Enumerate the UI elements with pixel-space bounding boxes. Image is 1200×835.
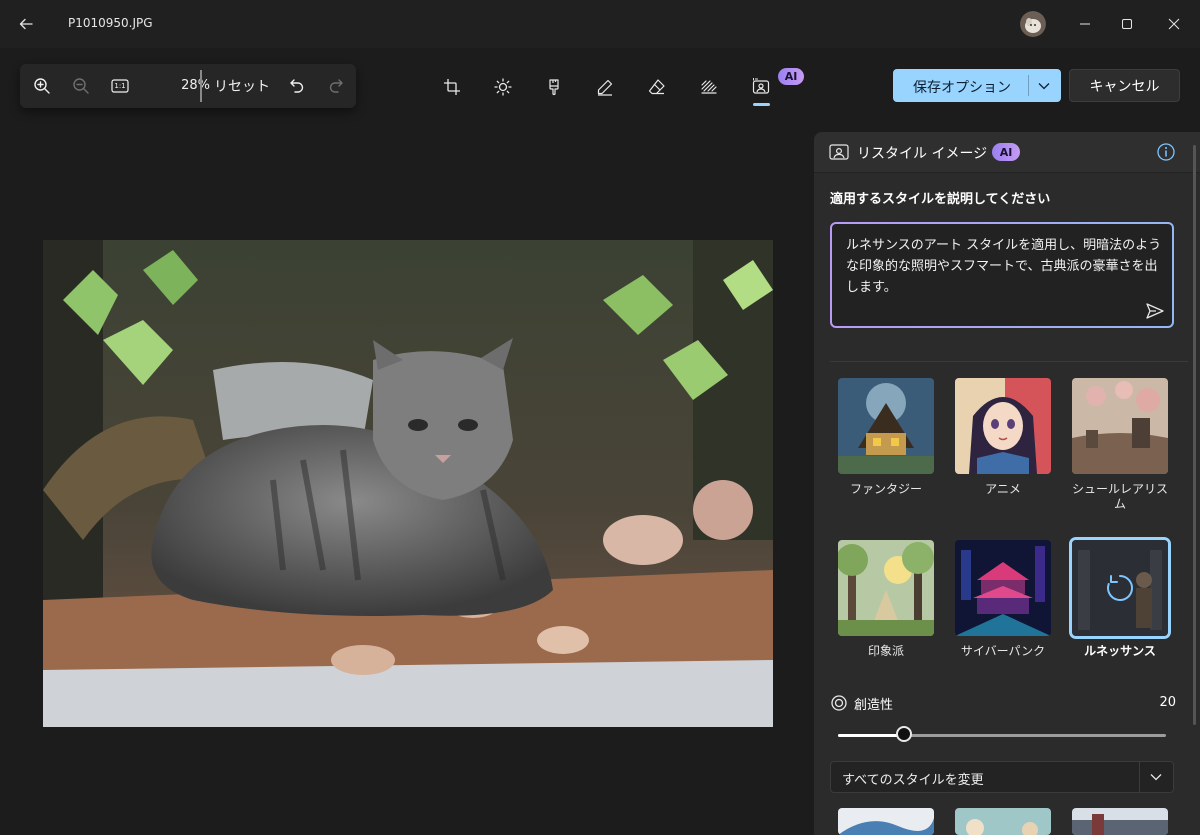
style-thumbnail — [838, 808, 934, 835]
undo-button[interactable] — [283, 72, 311, 100]
panel-scrollbar[interactable] — [1193, 145, 1196, 725]
account-avatar[interactable] — [1020, 11, 1046, 37]
style-thumbnail — [955, 808, 1051, 835]
redo-icon — [329, 79, 343, 93]
minimize-icon — [1080, 23, 1090, 25]
panel-ai-badge: AI — [992, 143, 1020, 161]
save-options-divider — [1028, 75, 1029, 96]
close-icon — [1168, 18, 1180, 30]
creativity-icon — [831, 695, 847, 711]
style-thumbnail — [1072, 378, 1168, 474]
dropdown-divider — [1139, 762, 1140, 792]
save-options-dropdown[interactable] — [1034, 75, 1054, 96]
adjust-tool[interactable] — [490, 72, 516, 102]
close-window-button[interactable] — [1160, 10, 1188, 38]
expand-button[interactable] — [1145, 767, 1167, 787]
background-blur-icon — [701, 80, 717, 94]
back-button[interactable] — [12, 10, 40, 38]
style-thumbnail-selected — [1072, 540, 1168, 636]
file-name: P1010950.JPG — [68, 16, 153, 30]
style-label: ファンタジー — [849, 482, 922, 496]
zoom-in-icon — [34, 78, 50, 94]
restyle-image-icon — [752, 78, 770, 94]
prompt-label: 適用するスタイルを説明してください — [830, 192, 1051, 207]
erase-tool[interactable] — [644, 72, 670, 102]
zoom-level[interactable]: 28% — [168, 78, 210, 93]
creativity-slider-fill — [838, 734, 904, 737]
reset-button[interactable]: リセット — [208, 74, 276, 98]
style-label: ルネッサンス — [1084, 644, 1156, 658]
photo-image — [43, 240, 773, 727]
save-options-button[interactable]: 保存オプション — [893, 69, 1061, 102]
creativity-slider-thumb[interactable] — [895, 726, 912, 742]
chevron-down-icon — [1150, 774, 1162, 781]
brush-icon — [549, 79, 559, 96]
restyle-image-icon — [829, 144, 849, 160]
background-tool[interactable] — [696, 72, 722, 102]
restyle-panel: リスタイル イメージ AI 適用するスタイルを説明してください ルネサンスのアー… — [814, 132, 1200, 835]
style-thumbnail — [955, 540, 1051, 636]
style-option-surrealism[interactable]: シュールレアリスム — [1072, 378, 1168, 512]
title-bar: P1010950.JPG — [0, 0, 1200, 48]
style-prompt-input[interactable]: ルネサンスのアート スタイルを適用し、明暗法のような印象的な照明やスフマートで、… — [830, 222, 1174, 328]
style-thumbnail — [838, 378, 934, 474]
zoom-out-button[interactable] — [67, 72, 95, 100]
brightness-icon — [494, 78, 512, 96]
active-tool-indicator — [753, 103, 770, 106]
pen-icon — [597, 79, 613, 96]
eraser-icon — [648, 79, 665, 95]
back-arrow-icon — [19, 18, 33, 30]
creativity-label: 創造性 — [854, 698, 894, 713]
style-label: アニメ — [985, 482, 1021, 496]
filter-tool[interactable] — [541, 72, 567, 102]
loading-spinner-icon — [1107, 575, 1134, 601]
style-option-fantasy[interactable]: ファンタジー — [838, 378, 934, 497]
change-all-styles-label: すべてのスタイルを変更 — [842, 773, 984, 788]
chevron-down-icon — [1038, 82, 1050, 89]
style-option-impressionism[interactable]: 印象派 — [838, 540, 934, 659]
maximize-icon — [1122, 19, 1132, 29]
zoom-in-button[interactable] — [28, 72, 56, 100]
zoom-toolbar: 1:1 28% リセット — [20, 64, 356, 108]
crop-tool[interactable] — [439, 72, 465, 102]
markup-tool[interactable] — [592, 72, 618, 102]
style-thumbnail — [838, 540, 934, 636]
style-option-cyberpunk[interactable]: サイバーパンク — [955, 540, 1051, 659]
style-thumbnail — [955, 378, 1051, 474]
send-icon[interactable] — [1145, 302, 1165, 320]
edited-photo[interactable] — [43, 240, 773, 727]
style-option-more-2[interactable] — [955, 808, 1051, 835]
redo-button[interactable] — [322, 72, 350, 100]
style-label: サイバーパンク — [960, 644, 1046, 658]
ai-badge: AI — [778, 68, 804, 85]
style-option-more-1[interactable] — [838, 808, 934, 835]
style-label: シュールレアリスム — [1072, 482, 1169, 511]
panel-title: リスタイル イメージ — [857, 146, 988, 162]
info-icon[interactable] — [1156, 142, 1176, 162]
creativity-value: 20 — [1159, 695, 1176, 710]
panel-header: リスタイル イメージ AI — [814, 132, 1200, 173]
style-option-anime[interactable]: アニメ — [955, 378, 1051, 497]
save-options-label: 保存オプション — [913, 80, 1011, 96]
style-thumbnail — [1072, 808, 1168, 835]
minimize-button[interactable] — [1071, 10, 1099, 38]
actual-size-button[interactable]: 1:1 — [106, 72, 134, 100]
toolbar-divider — [200, 70, 202, 102]
restyle-image-tool[interactable] — [748, 72, 774, 102]
style-label: 印象派 — [867, 644, 904, 658]
zoom-out-icon — [73, 78, 89, 94]
style-option-renaissance[interactable]: ルネッサンス — [1072, 540, 1168, 659]
crop-icon — [444, 79, 460, 95]
maximize-button[interactable] — [1113, 10, 1141, 38]
undo-icon — [290, 79, 304, 93]
cancel-button[interactable]: キャンセル — [1069, 69, 1180, 102]
style-option-more-3[interactable] — [1072, 808, 1168, 835]
actual-size-label: 1:1 — [114, 82, 126, 90]
change-all-styles-dropdown[interactable]: すべてのスタイルを変更 — [830, 761, 1174, 793]
panel-divider — [830, 361, 1188, 362]
style-prompt-text[interactable]: ルネサンスのアート スタイルを適用し、明暗法のような印象的な照明やスフマートで、… — [846, 235, 1164, 298]
